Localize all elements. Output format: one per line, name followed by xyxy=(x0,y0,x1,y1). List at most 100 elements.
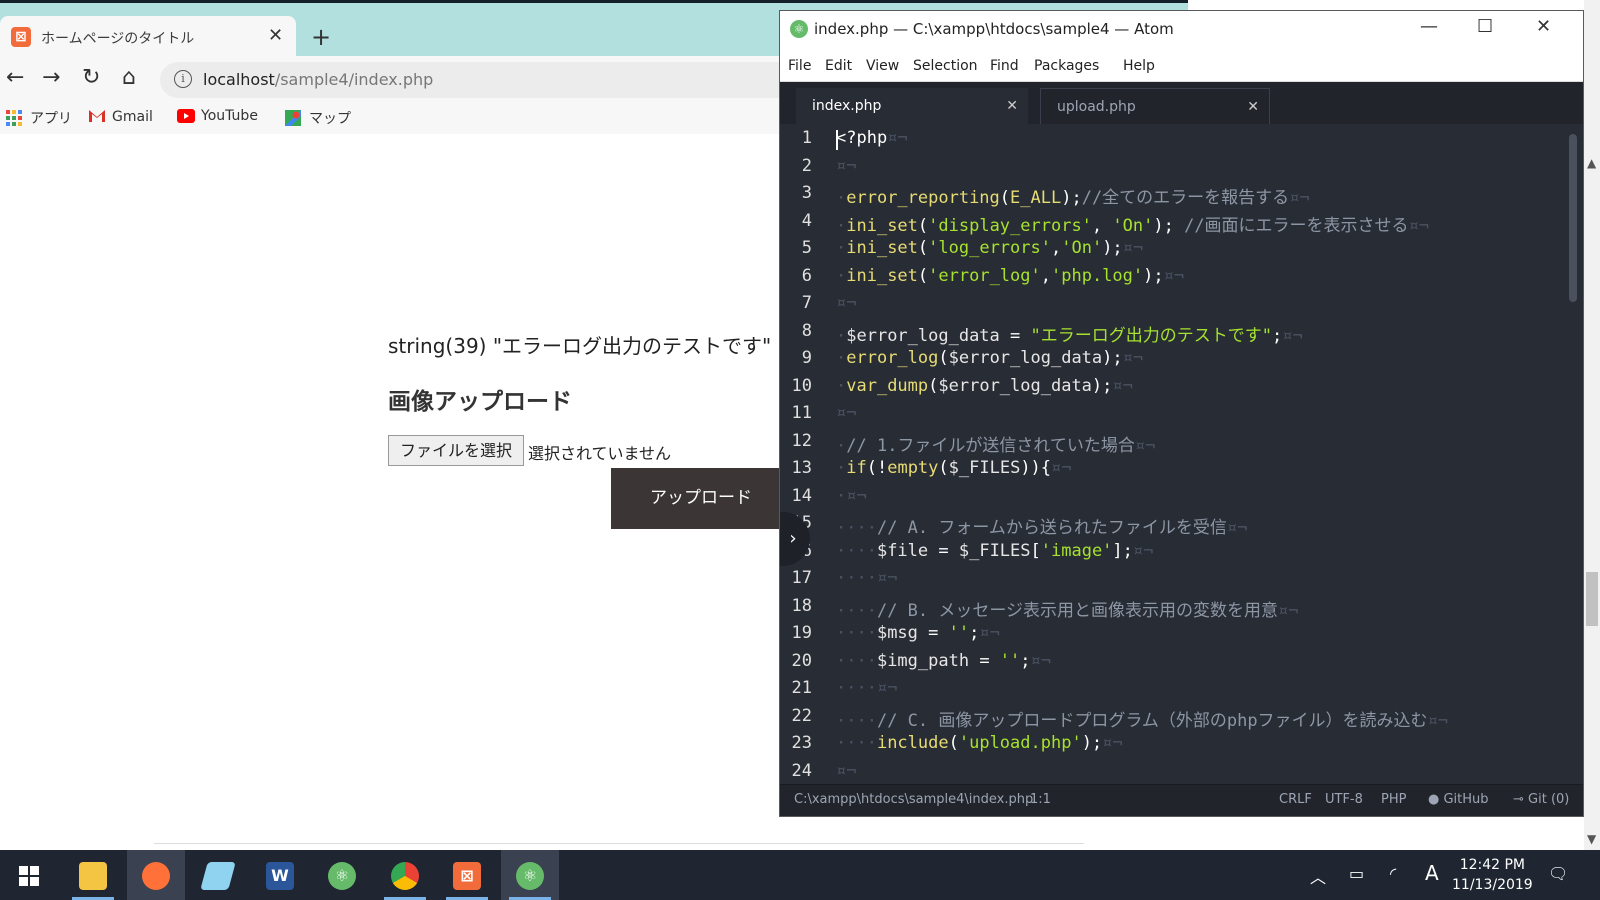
status-encoding[interactable]: UTF-8 xyxy=(1325,792,1363,807)
code-token: (! xyxy=(866,458,888,478)
code-line[interactable]: ····include('upload.php');¤¬ xyxy=(836,733,1123,753)
tab-close-icon[interactable]: ✕ xyxy=(1006,88,1018,124)
code-line[interactable]: ·if(!empty($_FILES)){¤¬ xyxy=(836,458,1072,478)
code-line[interactable]: ·ini_set('error_log','php.log');¤¬ xyxy=(836,266,1184,286)
code-editor[interactable]: 123456789101112131415161718192021222324 … xyxy=(780,124,1583,784)
taskbar-chrome[interactable] xyxy=(376,850,434,900)
scroll-down-icon[interactable]: ▼ xyxy=(1587,832,1596,846)
scroll-up-icon[interactable]: ▲ xyxy=(1587,156,1596,170)
site-info-icon[interactable]: i xyxy=(174,70,192,88)
new-tab-plus-icon[interactable]: + xyxy=(311,23,331,51)
code-line[interactable]: ·error_log($error_log_data);¤¬ xyxy=(836,348,1143,368)
bookmark-apps[interactable]: アプリ xyxy=(6,108,72,128)
code-line[interactable]: ····$img_path = '';¤¬ xyxy=(836,651,1051,671)
code-token: 'upload.php' xyxy=(958,733,1082,753)
notifications-icon[interactable]: 🗨 xyxy=(1548,864,1568,883)
reload-icon[interactable]: ↻ xyxy=(82,65,100,90)
bookmark-youtube[interactable]: YouTube xyxy=(177,108,258,125)
code-token: ····¤¬ xyxy=(836,678,898,698)
wifi-icon[interactable]: ◜ xyxy=(1390,864,1396,883)
line-number-gutter: 123456789101112131415161718192021222324 xyxy=(780,124,836,784)
code-line[interactable]: ····// B. メッセージ表示用と画像表示用の変数を用意¤¬ xyxy=(836,596,1299,621)
code-token: ¤¬ xyxy=(1278,600,1299,621)
code-line[interactable]: ¤¬ xyxy=(836,403,856,423)
tab-index-php[interactable]: index.php ✕ xyxy=(796,88,1028,124)
taskbar-notepad[interactable] xyxy=(189,850,247,900)
editor-scrollbar-thumb[interactable] xyxy=(1569,134,1577,302)
line-number: 20 xyxy=(791,650,812,671)
taskbar-atom-1[interactable]: ⚛ xyxy=(313,850,371,900)
code-token: ¤¬ xyxy=(1282,325,1303,346)
code-line[interactable]: ·error_reporting(E_ALL);//全てのエラーを報告する¤¬ xyxy=(836,183,1310,208)
status-git[interactable]: ⊸ Git (0) xyxy=(1513,792,1569,807)
home-icon[interactable]: ⌂ xyxy=(122,65,136,90)
bookmark-label: YouTube xyxy=(201,108,258,124)
back-arrow-icon[interactable]: ← xyxy=(6,65,24,90)
status-github[interactable]: ● GitHub xyxy=(1428,792,1489,807)
taskbar-atom-2[interactable]: ⚛ xyxy=(501,850,559,900)
bookmark-maps[interactable]: マップ xyxy=(285,108,351,128)
taskbar-firefox[interactable] xyxy=(127,850,185,900)
code-token: '' xyxy=(999,650,1021,671)
code-line[interactable]: ·¤¬ xyxy=(836,486,867,506)
code-token: ¤¬ xyxy=(1051,458,1072,478)
code-token: '' xyxy=(948,623,970,643)
code-line[interactable]: ·$error_log_data = "エラーログ出力のテストです";¤¬ xyxy=(836,321,1303,346)
menu-packages[interactable]: Packages xyxy=(1034,58,1099,74)
tray-chevron-up-icon[interactable]: ︿ xyxy=(1310,864,1326,888)
window-close-icon[interactable]: ✕ xyxy=(1536,16,1551,37)
code-line[interactable]: ····¤¬ xyxy=(836,678,897,698)
scrollbar-thumb[interactable] xyxy=(1586,572,1598,626)
tab-close-icon[interactable]: ✕ xyxy=(1247,89,1259,125)
menu-help[interactable]: Help xyxy=(1123,58,1155,74)
tab-close-icon[interactable]: ✕ xyxy=(268,25,283,46)
status-cursor-position[interactable]: 1:1 xyxy=(1030,792,1051,807)
notepad-icon xyxy=(200,861,236,890)
code-line[interactable]: ·ini_set('display_errors', 'On'); //画面にエ… xyxy=(836,211,1429,236)
code-token: = xyxy=(999,325,1031,346)
code-line[interactable]: <?php¤¬ xyxy=(836,128,908,148)
code-line[interactable]: ·ini_set('log_errors','On');¤¬ xyxy=(836,238,1143,258)
code-line[interactable]: ¤¬ xyxy=(836,761,856,781)
code-line[interactable]: ·// 1.ファイルが送信されていた場合¤¬ xyxy=(836,431,1155,456)
upload-button[interactable]: アップロード xyxy=(611,468,791,529)
taskbar-clock[interactable]: 12:42 PM 11/13/2019 xyxy=(1452,855,1533,895)
ime-indicator[interactable]: A xyxy=(1425,861,1439,885)
menu-find[interactable]: Find xyxy=(990,58,1019,74)
firefox-icon xyxy=(142,861,170,890)
menu-edit[interactable]: Edit xyxy=(825,58,852,74)
battery-icon[interactable]: ▭ xyxy=(1349,864,1364,883)
code-line[interactable]: ····$msg = '';¤¬ xyxy=(836,623,1000,643)
code-line[interactable]: ····$file = $_FILES['image'];¤¬ xyxy=(836,541,1153,561)
browser-tab-title: ホームページのタイトル xyxy=(41,31,195,47)
browser-tab-active[interactable]: ⊠ ホームページのタイトル ✕ xyxy=(0,16,296,59)
taskbar-file-explorer[interactable] xyxy=(64,850,122,900)
page-scrollbar[interactable]: ▲ ▼ xyxy=(1584,0,1600,850)
word-icon: W xyxy=(266,861,294,890)
taskbar-word[interactable]: W xyxy=(251,850,309,900)
start-button[interactable] xyxy=(0,850,58,900)
bookmark-gmail[interactable]: Gmail xyxy=(88,108,153,125)
code-line[interactable]: ····// C. 画像アップロードプログラム（外部のphpファイル）を読み込む… xyxy=(836,706,1448,731)
menu-view[interactable]: View xyxy=(866,58,899,74)
code-token: ( xyxy=(999,188,1011,208)
maximize-icon[interactable]: ☐ xyxy=(1477,16,1493,37)
status-line-ending[interactable]: CRLF xyxy=(1279,792,1312,807)
choose-file-button[interactable]: ファイルを選択 xyxy=(388,435,524,466)
code-line[interactable]: ¤¬ xyxy=(836,156,856,176)
menu-selection[interactable]: Selection xyxy=(913,58,978,74)
status-grammar[interactable]: PHP xyxy=(1381,792,1406,807)
status-file-path[interactable]: C:\xampp\htdocs\sample4\index.php xyxy=(794,792,1033,807)
code-line[interactable]: ¤¬ xyxy=(836,293,856,313)
minimize-icon[interactable]: — xyxy=(1420,16,1438,37)
taskbar-xampp[interactable]: ⊠ xyxy=(438,850,496,900)
code-line[interactable]: ····¤¬ xyxy=(836,568,897,588)
code-line[interactable]: ·var_dump($error_log_data);¤¬ xyxy=(836,376,1133,396)
code-token: ); xyxy=(1102,348,1123,368)
forward-arrow-icon[interactable]: → xyxy=(42,65,60,90)
menu-file[interactable]: File xyxy=(788,58,811,74)
code-line[interactable]: ····// A. フォームから送られたファイルを受信¤¬ xyxy=(836,513,1247,538)
atom-tab-bar: index.php ✕ upload.php ✕ xyxy=(780,82,1583,124)
tab-upload-php[interactable]: upload.php ✕ xyxy=(1040,88,1270,124)
code-token: · xyxy=(836,458,847,478)
